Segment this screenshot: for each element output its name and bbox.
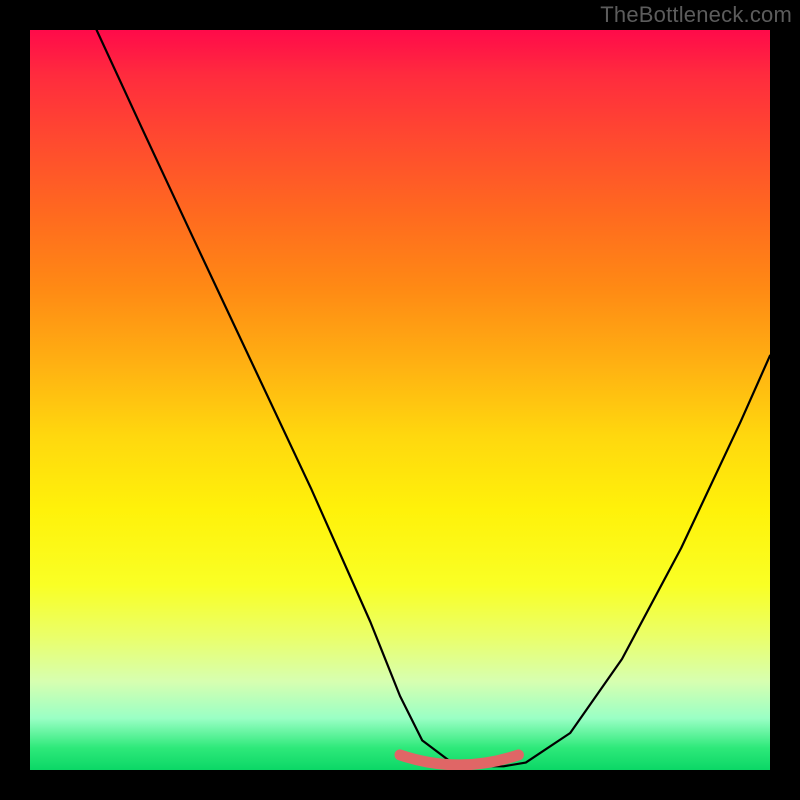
watermark-text: TheBottleneck.com — [600, 2, 792, 28]
chart-frame: TheBottleneck.com — [0, 0, 800, 800]
chart-svg — [30, 30, 770, 770]
plot-area — [30, 30, 770, 770]
bottleneck-curve — [97, 30, 770, 766]
highlight-band — [400, 755, 518, 765]
